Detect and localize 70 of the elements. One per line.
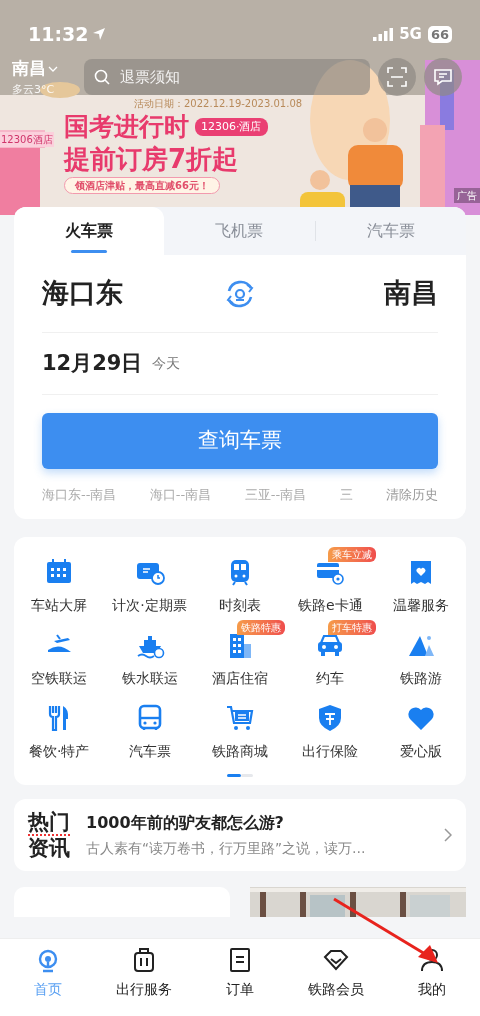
service-label: 酒店住宿 — [212, 668, 268, 688]
location-arrow-icon — [92, 27, 107, 41]
weather-text: 多云3°C — [12, 81, 56, 98]
news-logo-text: 资讯 — [28, 835, 70, 860]
chevron-right-icon — [444, 827, 452, 842]
service-item[interactable]: 打车特惠 约车 — [285, 619, 376, 689]
service-label: 时刻表 — [219, 595, 261, 615]
service-label: 铁路e卡通 — [298, 595, 363, 615]
day-label: 今天 — [152, 354, 181, 373]
service-item[interactable]: 铁路商城 — [194, 692, 286, 762]
search-icon — [94, 69, 110, 85]
service-item[interactable]: 车站大屏 — [14, 546, 105, 616]
service-label: 爱心版 — [399, 741, 442, 761]
service-item[interactable]: 餐饮·特产 — [14, 692, 105, 762]
service-item[interactable]: 铁水联运 — [104, 619, 195, 689]
service-item[interactable]: 计次·定期票 — [104, 546, 195, 616]
service-item[interactable]: 乘车立减 铁路e卡通 — [285, 546, 376, 616]
service-label: 汽车票 — [128, 741, 171, 761]
promo-badge: 乘车立减 — [327, 546, 376, 562]
scan-icon — [387, 67, 407, 87]
service-item[interactable]: 铁路游 — [375, 619, 466, 689]
service-label: 车站大屏 — [31, 595, 88, 615]
service-label: 温馨服务 — [392, 595, 449, 615]
signal-icon — [373, 27, 394, 41]
service-item[interactable]: 汽车票 — [104, 692, 195, 762]
order-list-icon — [227, 947, 253, 973]
network-type: 5G — [399, 23, 422, 45]
status-time: 11:32 — [28, 21, 89, 47]
ad-label: 广告 — [454, 188, 480, 203]
date-selector[interactable]: 12月29日 今天 — [42, 333, 438, 395]
news-summary: 古人素有“读万卷书，行万里路”之说，读万… — [86, 838, 367, 858]
search-field[interactable]: 退票须知 — [84, 59, 370, 95]
service-item[interactable]: 出行保险 — [285, 692, 376, 762]
nav-tab[interactable]: 出行服务 — [96, 947, 192, 1000]
banner-headline: 国考进行时 — [64, 111, 189, 143]
news-card[interactable]: 热门 资讯 1000年前的驴友都怎么游? 古人素有“读万卷书，行万里路”之说，读万… — [14, 798, 466, 871]
service-label: 铁路商城 — [212, 741, 268, 761]
service-item[interactable]: 温馨服务 — [375, 546, 466, 616]
nav-tab[interactable]: 我的 — [384, 947, 480, 1000]
service-label: 出行保险 — [302, 741, 359, 761]
page-indicator — [227, 773, 253, 777]
chevron-down-icon — [48, 65, 58, 72]
service-item[interactable]: 爱心版 — [375, 692, 466, 762]
service-item[interactable]: 空铁联运 — [14, 619, 105, 689]
ticket-tab[interactable]: 火车票 — [14, 207, 165, 255]
message-icon — [433, 68, 453, 86]
banner-subtitle: 领酒店津贴，最高直减66元！ — [64, 177, 220, 194]
service-label: 约车 — [316, 668, 345, 688]
banner-headline: 提前订房7折起 — [64, 143, 239, 175]
news-logo-text: 热门 — [28, 809, 70, 836]
news-title: 1000年前的驴友都怎么游? — [86, 811, 285, 834]
service-item[interactable]: 时刻表 — [194, 546, 286, 616]
travel-date: 12月29日 — [42, 349, 143, 377]
building-sign: 12306酒店 — [0, 132, 54, 147]
nav-tab[interactable]: 铁路会员 — [288, 947, 384, 1000]
service-label: 铁水联运 — [121, 668, 178, 688]
promo-badge: 铁路特惠 — [237, 619, 286, 635]
person-icon — [419, 947, 445, 973]
service-label: 计次·定期票 — [112, 595, 187, 615]
service-label: 餐饮·特产 — [28, 741, 90, 761]
promo-date: 活动日期：2022.12.19-2023.01.08 — [134, 97, 303, 111]
service-label: 空铁联运 — [31, 668, 88, 688]
departure-station[interactable]: 海口东 — [42, 273, 162, 314]
suitcase-icon — [131, 947, 157, 973]
service-item[interactable]: 铁路特惠 酒店住宿 — [194, 619, 286, 689]
service-label: 铁路游 — [399, 668, 442, 688]
diamond-icon — [323, 947, 349, 973]
promo-badge: 打车特惠 — [327, 619, 376, 635]
nav-tab[interactable]: 订单 — [192, 947, 288, 1000]
arrival-station[interactable]: 南昌 — [318, 273, 438, 314]
